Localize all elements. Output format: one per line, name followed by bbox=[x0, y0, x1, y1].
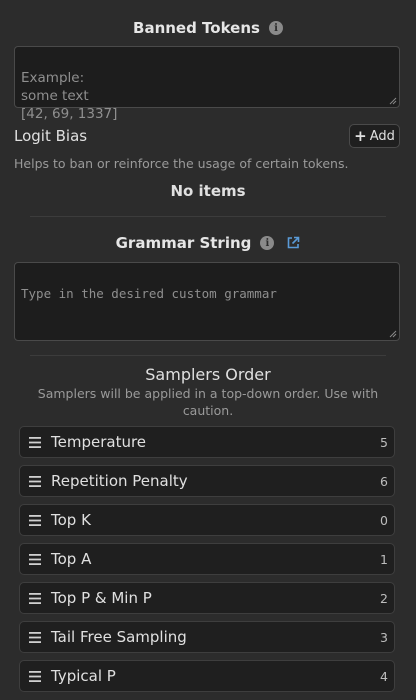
drag-handle-icon[interactable] bbox=[29, 632, 41, 643]
grammar-placeholder: Type in the desired custom grammar bbox=[21, 286, 277, 301]
sampler-order: 2 bbox=[380, 591, 388, 606]
sampler-name: Top K bbox=[51, 511, 91, 529]
sampler-name: Tail Free Sampling bbox=[51, 628, 187, 646]
sampler-name: Typical P bbox=[51, 667, 116, 685]
sampler-order: 4 bbox=[380, 669, 388, 684]
sampler-name: Repetition Penalty bbox=[51, 472, 188, 490]
grammar-input[interactable]: Type in the desired custom grammar bbox=[14, 262, 400, 341]
logit-bias-label: Logit Bias bbox=[14, 127, 88, 145]
banned-tokens-input[interactable]: Example: some text [42, 69, 1337] bbox=[14, 46, 400, 122]
info-icon[interactable]: i bbox=[260, 236, 275, 250]
sampler-item[interactable]: Temperature 5 bbox=[19, 426, 395, 458]
grammar-title: Grammar String bbox=[115, 234, 252, 252]
add-logit-bias-button[interactable]: + Add bbox=[349, 124, 400, 148]
drag-handle-icon[interactable] bbox=[29, 593, 41, 604]
banned-tokens-header: Banned Tokens i bbox=[0, 19, 416, 37]
resize-grip-icon[interactable] bbox=[389, 97, 397, 105]
drag-handle-icon[interactable] bbox=[29, 476, 41, 487]
sampler-settings-panel: Banned Tokens i Example: some text [42, … bbox=[0, 0, 416, 700]
logit-bias-help: Helps to ban or reinforce the usage of c… bbox=[14, 156, 349, 171]
add-button-label: Add bbox=[369, 128, 395, 144]
samplers-order-title: Samplers Order bbox=[145, 365, 271, 384]
divider bbox=[30, 216, 386, 217]
sampler-order: 0 bbox=[380, 513, 388, 528]
sampler-item[interactable]: Top K 0 bbox=[19, 504, 395, 536]
plus-icon: + bbox=[354, 127, 367, 145]
sampler-item[interactable]: Tail Free Sampling 3 bbox=[19, 621, 395, 653]
resize-grip-icon[interactable] bbox=[389, 330, 397, 338]
sampler-order: 5 bbox=[380, 435, 388, 450]
sampler-name: Top P & Min P bbox=[51, 589, 152, 607]
sampler-item[interactable]: Top A 1 bbox=[19, 543, 395, 575]
sampler-item[interactable]: Top P & Min P 2 bbox=[19, 582, 395, 614]
drag-handle-icon[interactable] bbox=[29, 554, 41, 565]
logit-bias-empty: No items bbox=[170, 182, 246, 200]
sampler-name: Top A bbox=[51, 550, 92, 568]
samplers-order-description: Samplers will be applied in a top-down o… bbox=[37, 386, 379, 418]
sampler-name: Temperature bbox=[51, 433, 147, 451]
sampler-item[interactable]: Repetition Penalty 6 bbox=[19, 465, 395, 497]
drag-handle-icon[interactable] bbox=[29, 671, 41, 682]
banned-tokens-title: Banned Tokens bbox=[133, 19, 260, 37]
sampler-order: 1 bbox=[380, 552, 388, 567]
sampler-order: 3 bbox=[380, 630, 388, 645]
logit-bias-row: Logit Bias + Add bbox=[14, 124, 400, 150]
drag-handle-icon[interactable] bbox=[29, 515, 41, 526]
info-icon[interactable]: i bbox=[268, 21, 283, 35]
grammar-header: Grammar String i bbox=[0, 234, 416, 252]
sampler-item[interactable]: Typical P 4 bbox=[19, 660, 395, 692]
drag-handle-icon[interactable] bbox=[29, 437, 41, 448]
sampler-order: 6 bbox=[380, 474, 388, 489]
external-link-icon[interactable] bbox=[286, 236, 300, 250]
banned-tokens-placeholder: Example: some text [42, 69, 1337] bbox=[21, 70, 118, 122]
divider bbox=[30, 355, 386, 356]
